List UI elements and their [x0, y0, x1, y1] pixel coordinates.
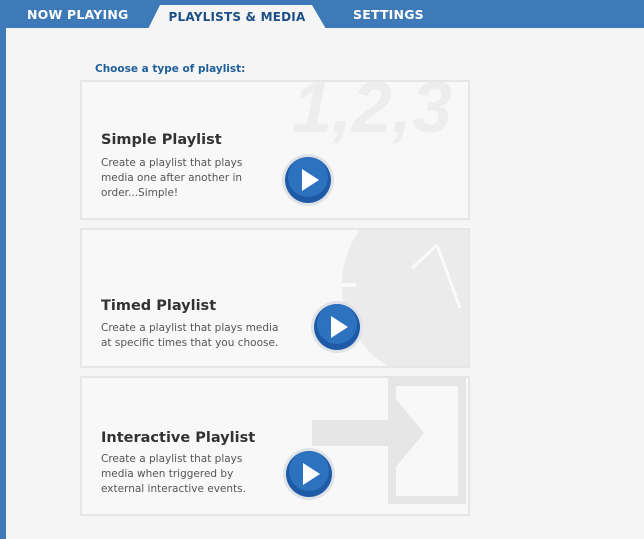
tab-settings[interactable]: SETTINGS [353, 0, 424, 29]
simple-playlist-description: Create a playlist that plays media one a… [101, 157, 243, 199]
content-panel: Choose a type of playlist: 1,2,3 Simple … [6, 28, 644, 539]
numbers-watermark-icon: 1,2,3 [292, 80, 452, 144]
tab-now-playing[interactable]: NOW PLAYING [27, 0, 128, 29]
choose-playlist-heading: Choose a type of playlist: [95, 63, 246, 75]
simple-playlist-card[interactable]: 1,2,3 Simple Playlist Create a playlist … [80, 80, 470, 220]
tab-bar: NOW PLAYING PLAYLISTS & MEDIA SETTINGS [0, 0, 644, 29]
timed-playlist-title: Timed Playlist [101, 298, 217, 314]
tab-playlists-media[interactable]: PLAYLISTS & MEDIA [148, 5, 326, 29]
simple-playlist-play-button[interactable] [281, 153, 335, 207]
timed-playlist-card[interactable]: Timed Playlist Create a playlist that pl… [80, 228, 470, 368]
timed-playlist-play-button[interactable] [310, 300, 364, 354]
interactive-playlist-description: Create a playlist that plays media when … [101, 453, 246, 495]
interactive-playlist-play-button[interactable] [282, 447, 336, 501]
simple-playlist-title: Simple Playlist [101, 132, 222, 148]
numbers-watermark-text: 1,2,3 [292, 80, 452, 144]
interactive-playlist-title: Interactive Playlist [101, 430, 256, 446]
timed-playlist-description: Create a playlist that plays media at sp… [101, 322, 279, 349]
interactive-playlist-card[interactable]: Interactive Playlist Create a playlist t… [80, 376, 470, 516]
